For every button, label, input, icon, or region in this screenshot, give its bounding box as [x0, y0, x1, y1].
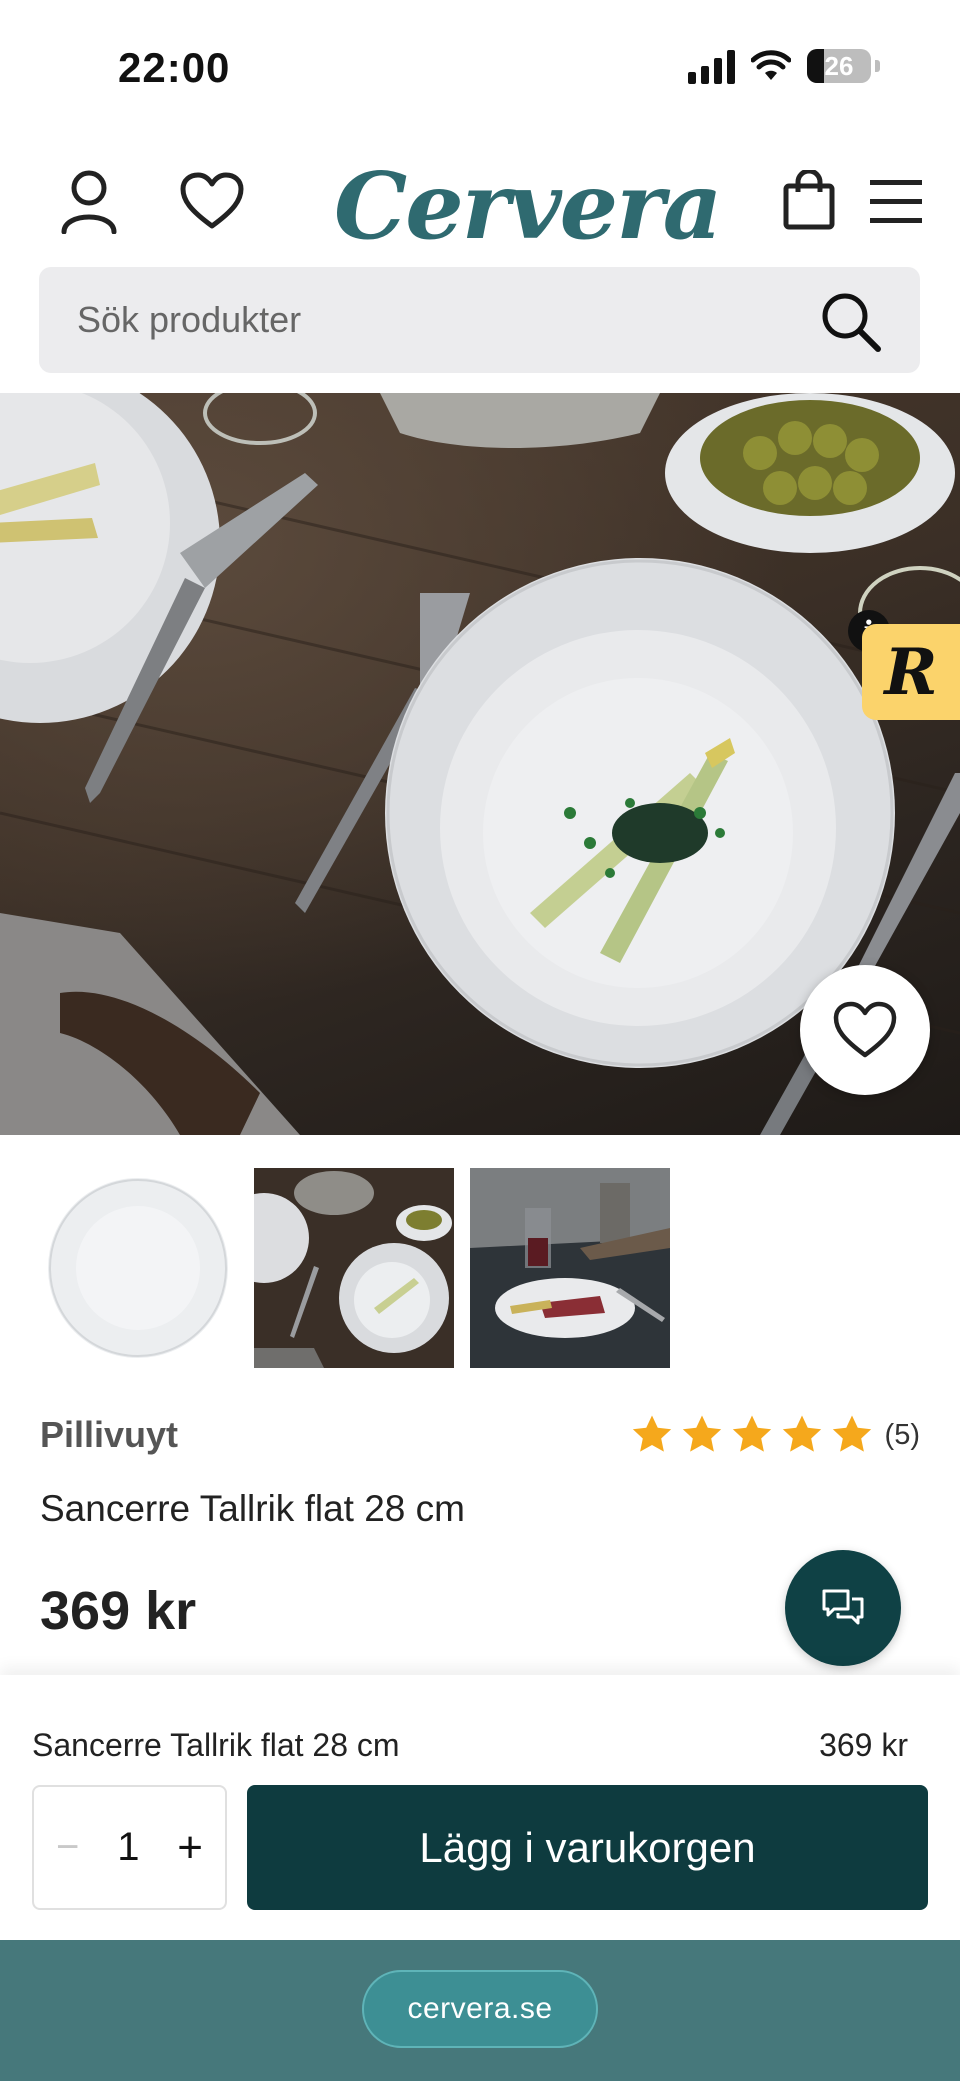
sticky-add-to-cart-bar: Sancerre Tallrik flat 28 cm 369 kr − 1 +… [0, 1675, 960, 1940]
chat-button[interactable] [785, 1550, 901, 1666]
star-icon [682, 1415, 721, 1452]
account-icon[interactable] [60, 168, 118, 239]
battery-icon: 26 [807, 49, 871, 83]
star-icon [632, 1415, 671, 1452]
product-rating[interactable]: (5) [629, 1412, 920, 1458]
thumbnail-gallery [38, 1168, 670, 1368]
product-title: Sancerre Tallrik flat 28 cm [40, 1488, 465, 1529]
browser-bottom-bar: cervera.se [0, 1940, 960, 2081]
cellular-signal-icon [688, 48, 735, 84]
thumbnail-plate[interactable] [38, 1168, 238, 1368]
product-price: 369 kr [40, 1581, 197, 1641]
sticky-product-title: Sancerre Tallrik flat 28 cm [32, 1727, 400, 1763]
heart-icon [833, 1001, 897, 1058]
decrease-quantity-button[interactable]: − [56, 1825, 79, 1870]
star-icon [732, 1415, 771, 1452]
cervera-logo[interactable]: Cervera [334, 152, 722, 260]
chat-icon [822, 1589, 864, 1625]
wishlist-heart-icon[interactable] [180, 172, 244, 235]
sticky-product-price: 369 kr [819, 1727, 908, 1763]
reco-badge-icon[interactable]: R [862, 624, 960, 720]
search-icon[interactable] [820, 291, 882, 358]
wifi-icon [751, 50, 791, 82]
add-to-favorites-button[interactable] [800, 965, 930, 1095]
status-time: 22:00 [118, 44, 231, 91]
thumbnail-steak-plate[interactable] [470, 1168, 670, 1368]
add-to-cart-button[interactable]: Lägg i varukorgen [247, 1785, 928, 1910]
search-bar [39, 267, 920, 373]
quantity-value[interactable]: 1 [117, 1825, 139, 1870]
product-brand[interactable]: Pillivuyt [40, 1414, 178, 1456]
status-icons: 26 [688, 48, 880, 84]
shopping-bag-icon[interactable] [783, 168, 835, 235]
quantity-stepper: − 1 + [32, 1785, 227, 1910]
url-pill[interactable]: cervera.se [362, 1970, 598, 2048]
menu-icon[interactable] [870, 178, 922, 231]
battery-level: 26 [824, 50, 854, 81]
site-header: Cervera [0, 150, 960, 260]
thumbnail-table-setting[interactable] [254, 1168, 454, 1368]
star-icon [832, 1415, 871, 1452]
star-icon [782, 1415, 821, 1452]
status-bar: 22:00 26 [0, 0, 960, 140]
increase-quantity-button[interactable]: + [177, 1823, 203, 1873]
rating-count: (5) [884, 1418, 920, 1451]
search-input[interactable] [77, 267, 797, 373]
